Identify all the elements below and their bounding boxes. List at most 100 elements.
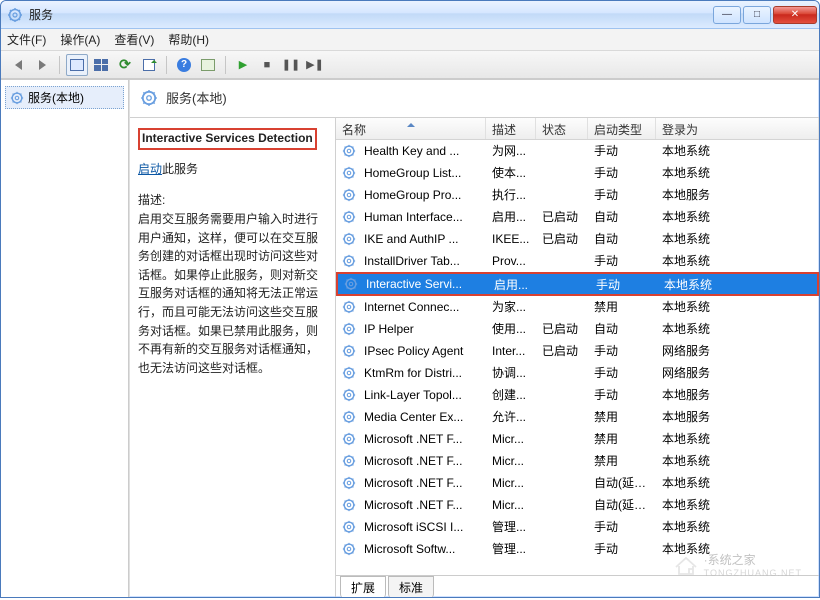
col-startup[interactable]: 启动类型 xyxy=(588,118,656,139)
service-row[interactable]: Media Center Ex...允许...禁用本地服务 xyxy=(336,406,819,428)
gear-icon xyxy=(344,277,358,291)
start-service-button[interactable]: ▶ xyxy=(232,54,254,76)
cell-desc: 创建... xyxy=(486,386,536,403)
nav-back-button[interactable] xyxy=(7,54,29,76)
close-button[interactable]: ✕ xyxy=(773,6,817,24)
nav-forward-button[interactable] xyxy=(31,54,53,76)
menu-view[interactable]: 查看(V) xyxy=(114,31,154,48)
service-row[interactable]: KtmRm for Distri...协调...手动网络服务 xyxy=(336,362,819,384)
cell-name: Health Key and ... xyxy=(336,144,486,158)
service-row[interactable]: Microsoft .NET F...Micr...自动(延迟...本地系统 xyxy=(336,494,819,516)
app-icon xyxy=(7,7,23,23)
view-tabs: 扩展 标准 xyxy=(336,575,819,597)
service-row[interactable]: HomeGroup Pro...执行...手动本地服务 xyxy=(336,184,819,206)
cell-desc: Prov... xyxy=(486,254,536,268)
grid-icon xyxy=(94,59,108,71)
service-row[interactable]: HomeGroup List...使本...手动本地系统 xyxy=(336,162,819,184)
service-row[interactable]: InstallDriver Tab...Prov...手动本地系统 xyxy=(336,250,819,272)
gear-icon xyxy=(342,210,356,224)
cell-name: Link-Layer Topol... xyxy=(336,388,486,402)
cell-logon: 本地系统 xyxy=(658,276,817,293)
menu-file[interactable]: 文件(F) xyxy=(7,31,46,48)
service-row[interactable]: Link-Layer Topol...创建... 手动本地服务 xyxy=(336,384,819,406)
gear-icon xyxy=(342,388,356,402)
service-row[interactable]: Interactive Servi...启用...手动本地系统 xyxy=(336,272,819,296)
selected-service-highlight: Interactive Services Detection xyxy=(138,128,317,150)
cell-startup: 禁用 xyxy=(588,408,656,425)
pause-service-button[interactable]: ❚❚ xyxy=(280,54,302,76)
cell-desc: 使用... xyxy=(486,320,536,337)
service-rows[interactable]: Health Key and ...为网...手动本地系统HomeGroup L… xyxy=(336,140,819,575)
cell-desc: 管理... xyxy=(486,540,536,557)
col-status[interactable]: 状态 xyxy=(536,118,588,139)
cell-desc: Micr... xyxy=(486,454,536,468)
gear-icon xyxy=(342,432,356,446)
service-row[interactable]: Internet Connec...为家...禁用本地系统 xyxy=(336,296,819,318)
start-suffix: 此服务 xyxy=(162,162,198,176)
service-row[interactable]: Microsoft .NET F...Micr...禁用本地系统 xyxy=(336,450,819,472)
service-row[interactable]: Microsoft iSCSI I...管理...手动本地系统 xyxy=(336,516,819,538)
menu-help[interactable]: 帮助(H) xyxy=(168,31,209,48)
cell-logon: 本地服务 xyxy=(656,386,819,403)
menu-action[interactable]: 操作(A) xyxy=(60,31,100,48)
cell-desc: 启用... xyxy=(488,276,538,293)
service-row[interactable]: Microsoft .NET F...Micr...自动(延迟...本地系统 xyxy=(336,472,819,494)
export-icon xyxy=(143,59,155,71)
tab-standard[interactable]: 标准 xyxy=(388,576,434,597)
service-row[interactable]: IKE and AuthIP ...IKEE...已启动自动本地系统 xyxy=(336,228,819,250)
cell-startup: 手动 xyxy=(588,386,656,403)
action-pane-button[interactable] xyxy=(197,54,219,76)
cell-name: Microsoft Softw... xyxy=(336,542,486,556)
cell-startup: 禁用 xyxy=(588,298,656,315)
description-label: 描述: xyxy=(138,191,327,208)
show-tree-button[interactable] xyxy=(66,54,88,76)
titlebar[interactable]: 服务 — □ ✕ xyxy=(1,1,819,29)
service-row[interactable]: IPsec Policy AgentInter...已启动手动网络服务 xyxy=(336,340,819,362)
cell-name: Microsoft .NET F... xyxy=(336,454,486,468)
gear-icon xyxy=(342,454,356,468)
arrow-right-icon xyxy=(39,60,46,70)
cell-name: Microsoft .NET F... xyxy=(336,476,486,490)
cell-startup: 手动 xyxy=(588,364,656,381)
cell-name: Media Center Ex... xyxy=(336,410,486,424)
maximize-button[interactable]: □ xyxy=(743,6,771,24)
gear-icon xyxy=(342,542,356,556)
service-row[interactable]: IP Helper使用...已启动自动本地系统 xyxy=(336,318,819,340)
help-icon: ? xyxy=(177,58,191,72)
cell-logon: 网络服务 xyxy=(656,342,819,359)
cell-desc: Micr... xyxy=(486,432,536,446)
tab-extended[interactable]: 扩展 xyxy=(340,576,386,597)
pane-icon xyxy=(70,59,84,71)
refresh-button[interactable]: ⟳ xyxy=(114,54,136,76)
body: 服务(本地) 服务(本地) Interactive Services Detec… xyxy=(1,79,819,597)
cell-startup: 手动 xyxy=(588,342,656,359)
service-row[interactable]: Health Key and ...为网...手动本地系统 xyxy=(336,140,819,162)
gear-icon xyxy=(342,254,356,268)
minimize-button[interactable]: — xyxy=(713,6,741,24)
gear-icon xyxy=(342,300,356,314)
restart-service-button[interactable]: ▶❚ xyxy=(304,54,326,76)
col-name[interactable]: 名称 xyxy=(336,118,486,139)
service-row[interactable]: Microsoft .NET F...Micr...禁用本地系统 xyxy=(336,428,819,450)
cell-desc: 为家... xyxy=(486,298,536,315)
list-header: 服务(本地) xyxy=(130,80,819,118)
properties-button[interactable] xyxy=(90,54,112,76)
cell-desc: 允许... xyxy=(486,408,536,425)
cell-name: IKE and AuthIP ... xyxy=(336,232,486,246)
cell-logon: 本地系统 xyxy=(656,518,819,535)
gear-icon xyxy=(342,144,356,158)
cell-logon: 本地系统 xyxy=(656,230,819,247)
cell-desc: 启用... xyxy=(486,208,536,225)
stop-service-button[interactable]: ■ xyxy=(256,54,278,76)
tree-root[interactable]: 服务(本地) xyxy=(5,86,124,109)
service-row[interactable]: Human Interface...启用...已启动自动本地系统 xyxy=(336,206,819,228)
cell-logon: 本地系统 xyxy=(656,474,819,491)
pane2-icon xyxy=(201,59,215,71)
col-desc[interactable]: 描述 xyxy=(486,118,536,139)
cell-startup: 手动 xyxy=(588,518,656,535)
export-button[interactable] xyxy=(138,54,160,76)
cell-desc: Micr... xyxy=(486,476,536,490)
col-logon[interactable]: 登录为 xyxy=(656,118,819,139)
start-service-link[interactable]: 启动 xyxy=(138,162,162,176)
help-button[interactable]: ? xyxy=(173,54,195,76)
